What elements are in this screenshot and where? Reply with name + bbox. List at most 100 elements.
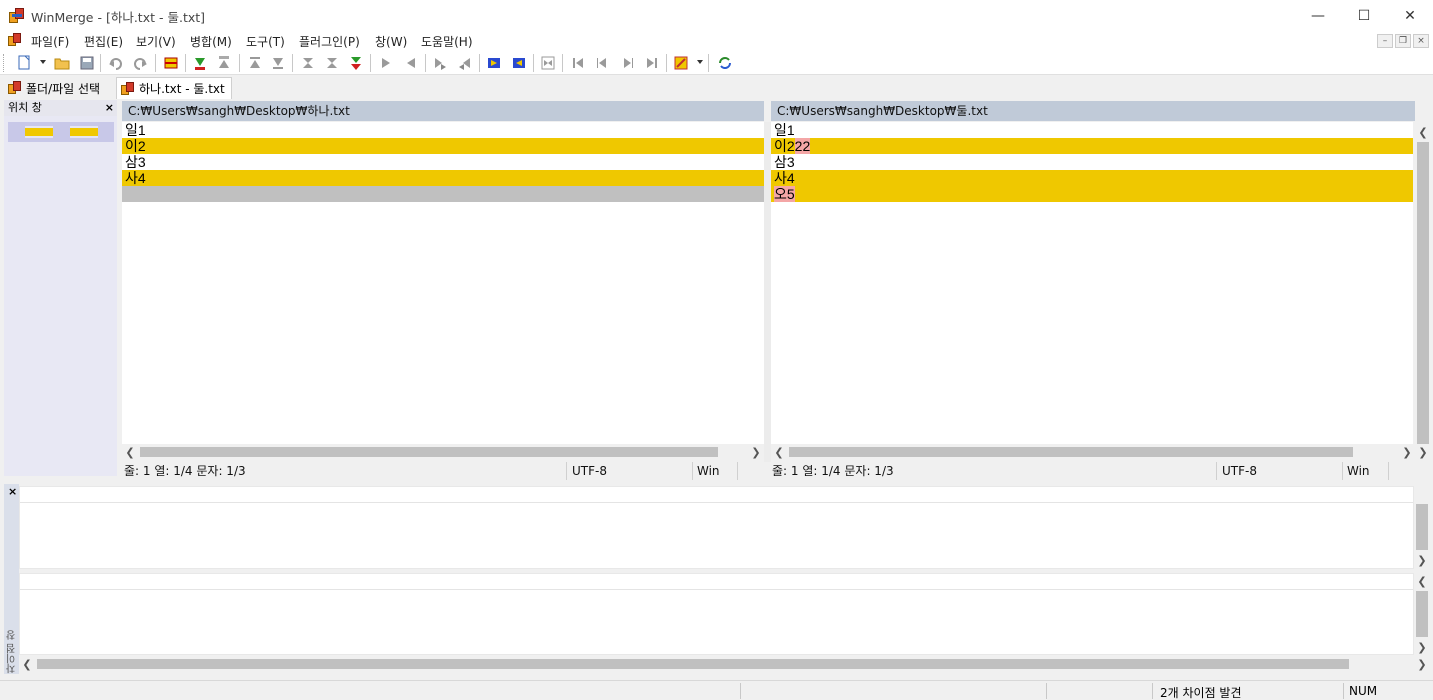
copy-right-advance-icon[interactable]	[430, 53, 450, 73]
diff-line-strip	[20, 487, 1413, 503]
menu-view[interactable]: 보기(V)	[136, 33, 176, 50]
save-icon[interactable]	[77, 53, 97, 73]
scroll-down-icon[interactable]: ❯	[1415, 444, 1431, 460]
tab-folder-file-select[interactable]: 폴더/파일 선택	[4, 77, 114, 99]
toolbar-grip[interactable]	[3, 54, 6, 72]
scroll-right-icon[interactable]: ❯	[1414, 656, 1430, 672]
diff-pane-close-button[interactable]: ×	[8, 485, 17, 498]
diff-count-status: 2개 차이점 발견	[1160, 686, 1242, 700]
right-line: 삼3	[774, 154, 795, 170]
document-menu-icon[interactable]	[8, 33, 22, 48]
right-cursor-position: 줄: 1 열: 1/4 문자: 1/3	[772, 464, 894, 478]
next-file-icon[interactable]	[618, 53, 638, 73]
minimize-button[interactable]: —	[1295, 0, 1341, 31]
copy-left-icon[interactable]	[401, 53, 421, 73]
scroll-left-icon[interactable]: ❮	[771, 444, 787, 460]
mdi-minimize-button[interactable]: –	[1377, 34, 1393, 48]
close-button[interactable]: ✕	[1387, 0, 1433, 31]
left-line-missing	[122, 186, 764, 202]
next-diff-icon[interactable]	[190, 53, 210, 73]
copy-left-advance-icon[interactable]	[455, 53, 475, 73]
winmerge-tab-icon	[8, 81, 22, 95]
first-diff-icon[interactable]	[245, 53, 265, 73]
undo-icon[interactable]	[106, 53, 126, 73]
pane-splitter[interactable]	[764, 122, 771, 462]
open-folder-icon[interactable]	[52, 53, 72, 73]
first-file-icon[interactable]	[568, 53, 588, 73]
menu-plugins[interactable]: 플러그인(P)	[299, 33, 360, 50]
options-icon[interactable]	[671, 53, 691, 73]
scroll-left-icon[interactable]: ❮	[122, 444, 138, 460]
scroll-right-icon[interactable]: ❯	[748, 444, 764, 460]
location-pane-close-button[interactable]: ×	[105, 100, 114, 116]
mdi-close-button[interactable]: ×	[1413, 34, 1429, 48]
scroll-thumb[interactable]	[789, 447, 1353, 457]
right-line: 사4	[771, 170, 1413, 186]
right-horizontal-scrollbar[interactable]: ❮ ❯	[771, 444, 1415, 460]
last-file-icon[interactable]	[642, 53, 662, 73]
copy-all-right-icon[interactable]	[484, 53, 504, 73]
line-text: 사4	[774, 170, 795, 186]
menu-help[interactable]: 도움말(H)	[421, 33, 473, 50]
current-diff-icon[interactable]	[298, 53, 318, 73]
menu-merge[interactable]: 병합(M)	[190, 33, 232, 50]
scroll-thumb[interactable]	[1417, 142, 1429, 444]
menu-window[interactable]: 창(W)	[375, 33, 407, 50]
new-document-icon[interactable]	[14, 53, 34, 73]
scroll-left-icon[interactable]: ❮	[19, 656, 35, 672]
maximize-button[interactable]: ☐	[1341, 0, 1387, 31]
scroll-thumb[interactable]	[140, 447, 718, 457]
menu-tools[interactable]: 도구(T)	[246, 33, 285, 50]
next-conflict-icon[interactable]	[322, 53, 342, 73]
left-line: 일1	[125, 122, 146, 138]
diff-pane-left-view[interactable]	[19, 486, 1414, 569]
menu-bar: 파일(F) 편집(E) 보기(V) 병합(M) 도구(T) 플러그인(P) 창(…	[0, 31, 1433, 51]
winmerge-app-icon	[9, 8, 25, 24]
right-file-path: C:₩Users₩sangh₩Desktop₩둘.txt	[771, 101, 1415, 121]
location-pane: 위치 창 ×	[4, 100, 117, 476]
tab-compare[interactable]: 하나.txt - 둘.txt	[116, 77, 232, 99]
menu-edit[interactable]: 편집(E)	[84, 33, 123, 50]
options-dropdown-icon[interactable]	[697, 60, 703, 64]
word-diff-highlight: 오5	[774, 186, 795, 202]
mdi-restore-button[interactable]: ❐	[1395, 34, 1411, 48]
scroll-thumb[interactable]	[1416, 504, 1428, 550]
scroll-down-icon[interactable]: ❯	[1414, 552, 1430, 568]
last-diff-icon[interactable]	[268, 53, 288, 73]
left-text-view[interactable]: 일1 이2 삼3 사4	[122, 122, 764, 444]
rescan-icon[interactable]	[161, 53, 181, 73]
scroll-down-icon[interactable]: ❯	[1414, 639, 1430, 655]
merge-mode-icon[interactable]	[538, 53, 558, 73]
location-map[interactable]	[8, 122, 114, 142]
prev-file-icon[interactable]	[592, 53, 612, 73]
diff-pane-right-view[interactable]	[19, 573, 1414, 655]
menu-file[interactable]: 파일(F)	[31, 33, 69, 50]
diff-pane-bottom-vertical-scrollbar[interactable]: ❮ ❯	[1414, 573, 1430, 655]
right-vertical-scrollbar[interactable]: ❮ ❯	[1415, 122, 1431, 462]
scroll-thumb[interactable]	[1416, 591, 1428, 637]
copy-all-left-icon[interactable]	[509, 53, 529, 73]
scroll-right-icon[interactable]: ❯	[1399, 444, 1415, 460]
refresh-icon[interactable]	[715, 53, 735, 73]
right-line: 이222	[771, 138, 1413, 154]
scroll-thumb[interactable]	[37, 659, 1349, 669]
new-dropdown-icon[interactable]	[40, 60, 46, 64]
diff-pane-top-vertical-scrollbar[interactable]: ❯	[1414, 486, 1430, 569]
right-line: 일1	[774, 122, 795, 138]
word-diff-highlight: 22	[794, 138, 811, 154]
diff-pane-title: 차이점 창	[7, 630, 18, 674]
location-pane-header: 위치 창 ×	[4, 100, 117, 116]
right-eol: Win	[1347, 464, 1370, 478]
redo-icon[interactable]	[130, 53, 150, 73]
scroll-up-icon[interactable]: ❮	[1415, 124, 1431, 140]
scroll-up-icon[interactable]: ❮	[1414, 573, 1430, 589]
location-marker-right	[70, 126, 98, 138]
left-cursor-position: 줄: 1 열: 1/4 문자: 1/3	[124, 464, 246, 478]
right-text-view[interactable]: 일1 이222 삼3 사4 오5	[771, 122, 1413, 444]
tab-label: 하나.txt - 둘.txt	[139, 82, 225, 96]
diff-pane-horizontal-scrollbar[interactable]: ❮ ❯	[19, 656, 1430, 672]
copy-right-icon[interactable]	[376, 53, 396, 73]
all-diffs-icon[interactable]	[346, 53, 366, 73]
prev-diff-icon[interactable]	[214, 53, 234, 73]
left-horizontal-scrollbar[interactable]: ❮ ❯	[122, 444, 764, 460]
